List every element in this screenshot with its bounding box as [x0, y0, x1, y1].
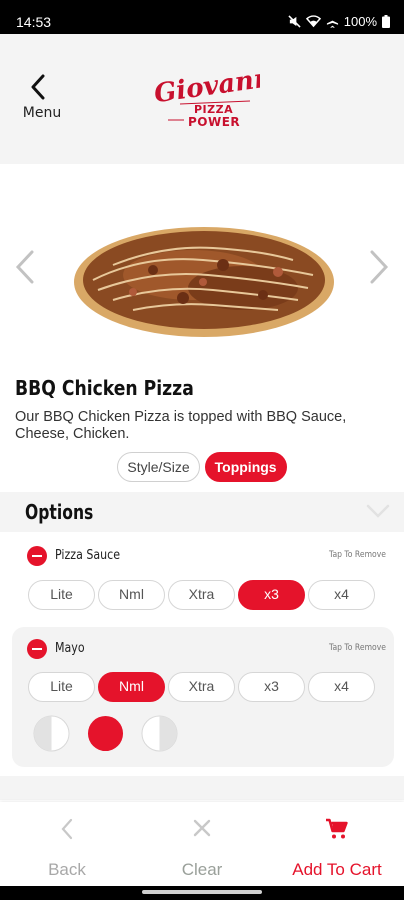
airplane-icon: [326, 15, 338, 28]
carousel-prev-icon[interactable]: [14, 249, 36, 285]
chevron-down-icon: [366, 504, 390, 518]
header: Menu Giovanni's PIZZA POWER: [0, 34, 404, 164]
remove-mayo-button[interactable]: [27, 639, 47, 659]
cart-icon: [326, 818, 348, 839]
amount-nml[interactable]: Nml: [98, 672, 165, 702]
chevron-left-icon: [61, 818, 73, 840]
clear-button[interactable]: Clear: [135, 802, 269, 886]
left-half-icon[interactable]: [33, 715, 70, 752]
status-icons: 100%: [288, 14, 390, 29]
options-title: Options: [25, 500, 94, 524]
remove-pizza-sauce-button[interactable]: [27, 546, 47, 566]
tap-to-remove-hint: Tap To Remove: [329, 643, 386, 653]
giovannis-pizza-power-logo: Giovanni's PIZZA POWER: [152, 68, 260, 129]
bottom-action-bar: Back Clear Add To Cart: [0, 802, 404, 886]
amount-selector: Lite Nml Xtra x3 x4: [28, 672, 375, 702]
amount-x3[interactable]: x3: [238, 580, 305, 610]
options-section-header[interactable]: Options: [0, 492, 404, 532]
battery-percent: 100%: [343, 14, 377, 29]
next-section-peek: [0, 776, 404, 800]
amount-lite[interactable]: Lite: [28, 580, 95, 610]
amount-selector: Lite Nml Xtra x3 x4: [28, 580, 375, 610]
option-mayo: Mayo Tap To Remove Lite Nml Xtra x3 x4: [12, 627, 394, 767]
amount-nml[interactable]: Nml: [98, 580, 165, 610]
amount-xtra[interactable]: Xtra: [168, 580, 235, 610]
home-indicator[interactable]: [142, 890, 262, 894]
pizza-image: [74, 227, 334, 337]
product-description: Our BBQ Chicken Pizza is topped with BBQ…: [15, 409, 347, 442]
clear-label: Clear: [181, 860, 223, 879]
close-icon: [193, 819, 211, 837]
app-screen: Menu Giovanni's PIZZA POWER BBQ Chicken …: [0, 34, 404, 886]
amount-x3[interactable]: x3: [238, 672, 305, 702]
option-name: Mayo: [55, 641, 85, 656]
menu-label: Menu: [22, 105, 62, 121]
whole-portion-icon[interactable]: [87, 715, 124, 752]
tab-toppings[interactable]: Toppings: [204, 452, 287, 482]
status-time: 14:53: [16, 14, 52, 30]
amount-x4[interactable]: x4: [308, 580, 375, 610]
menu-back-button[interactable]: Menu: [20, 74, 64, 121]
amount-xtra[interactable]: Xtra: [168, 672, 235, 702]
tab-style-size[interactable]: Style/Size: [117, 452, 200, 482]
wifi-icon: [305, 15, 321, 28]
chevron-left-icon: [31, 74, 45, 100]
battery-icon: [382, 15, 390, 28]
system-nav-bar: [0, 886, 404, 900]
add-to-cart-label: Add To Cart: [292, 860, 382, 879]
mute-icon: [288, 15, 301, 28]
add-to-cart-button[interactable]: Add To Cart: [270, 802, 404, 886]
back-label: Back: [48, 860, 86, 879]
product-tabs: Style/Size Toppings: [0, 452, 404, 482]
option-name: Pizza Sauce: [55, 548, 121, 563]
svg-text:POWER: POWER: [188, 115, 240, 129]
product-title: BBQ Chicken Pizza: [15, 376, 194, 400]
status-bar: 14:53 100%: [0, 0, 404, 34]
back-button[interactable]: Back: [0, 802, 134, 886]
portion-selector: [33, 715, 178, 752]
right-half-icon[interactable]: [141, 715, 178, 752]
amount-x4[interactable]: x4: [308, 672, 375, 702]
carousel-next-icon[interactable]: [368, 249, 390, 285]
option-pizza-sauce: Pizza Sauce Tap To Remove Lite Nml Xtra …: [0, 534, 404, 624]
product-carousel: [0, 164, 404, 374]
amount-lite[interactable]: Lite: [28, 672, 95, 702]
tap-to-remove-hint: Tap To Remove: [329, 550, 386, 560]
